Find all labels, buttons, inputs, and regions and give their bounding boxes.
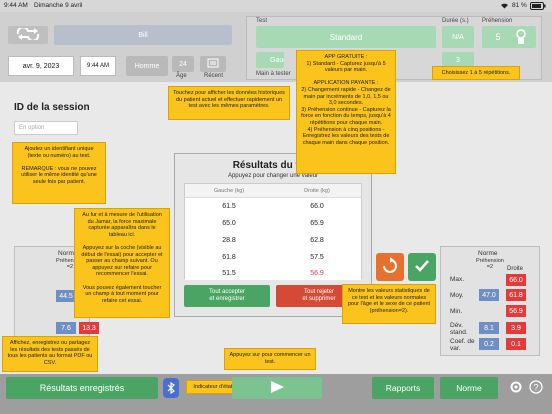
col-left-header: Gauche (kg) <box>213 187 245 194</box>
right-sd-value: 3.9 <box>506 322 526 334</box>
status-bar: 9:44 AM Dimanche 9 avril 81 % <box>0 0 552 12</box>
left-sd-value: 13.3 <box>79 322 99 334</box>
stat-label-mean: Moy. <box>450 292 464 299</box>
hand-label: Main à tester <box>256 71 291 77</box>
grip-label: Préhension <box>482 18 513 24</box>
redo-button[interactable] <box>376 253 404 281</box>
time-field[interactable]: 9:44 AM <box>80 56 116 76</box>
col-right-header: Droite (kg) <box>304 187 330 194</box>
table-row[interactable]: 51.5 56.9 <box>185 266 361 280</box>
left-value[interactable]: 51.5 <box>185 266 273 280</box>
redo-icon <box>381 257 399 277</box>
hand-selector[interactable]: Gauche <box>256 52 284 68</box>
right-sd-norm: 8.1 <box>479 322 499 334</box>
right-value[interactable]: 62.8 <box>273 232 361 249</box>
right-value[interactable]: 66.0 <box>273 198 361 215</box>
check-icon <box>413 257 431 277</box>
help-icon[interactable]: ? <box>529 380 543 396</box>
left-value[interactable]: 28.8 <box>185 232 273 249</box>
left-value[interactable]: 65.0 <box>185 215 273 232</box>
sync-button[interactable] <box>8 26 48 44</box>
right-min-value: 56.9 <box>506 305 526 317</box>
results-header-row: Gauche (kg) Droite (kg) <box>185 184 361 198</box>
sync-icon <box>15 26 41 42</box>
stat-label-max: Max. <box>450 276 465 283</box>
accept-button[interactable] <box>408 253 436 281</box>
history-icon <box>207 58 219 70</box>
date-field[interactable]: avr. 9, 2023 <box>8 56 74 76</box>
wifi-icon <box>500 2 509 11</box>
results-table: Gauche (kg) Droite (kg) 61.5 66.0 65.0 6… <box>184 183 362 280</box>
tip-history: Touchez pour afficher les données histor… <box>168 86 290 120</box>
table-row[interactable]: 28.8 62.8 <box>185 232 361 250</box>
left-value[interactable]: 61.5 <box>185 198 273 215</box>
reports-button[interactable]: Rapports <box>372 377 434 399</box>
right-grip-label: Préhension =2 <box>476 258 504 270</box>
norm-button[interactable]: Norme <box>440 377 498 399</box>
recent-label: Récent <box>204 73 224 79</box>
tip-session-id: Ajoutez un identifiant unique (texte ou … <box>12 142 106 204</box>
svg-text:?: ? <box>533 383 538 393</box>
status-time: 9:44 AM <box>4 2 28 9</box>
help-settings-group: ? <box>506 377 546 399</box>
accept-all-button[interactable]: Tout accepter et enregistrer <box>184 285 270 307</box>
bluetooth-icon <box>163 378 179 398</box>
age-label: Âge <box>176 73 187 79</box>
duration-label: Durée (s.) <box>442 18 469 24</box>
right-value[interactable]: 57.5 <box>273 249 361 266</box>
battery-icon <box>530 2 546 12</box>
right-cv-norm: 0.2 <box>479 338 499 350</box>
tip-start: Appuyez sur pour commencer un test. <box>224 348 316 370</box>
patient-name-field[interactable]: Bill <box>54 25 232 45</box>
recent-button[interactable] <box>200 56 226 72</box>
table-row[interactable]: 61.5 66.0 <box>185 198 361 216</box>
tip-test-types: APP GRATUITE : 1) Standard - Capturez ju… <box>296 50 396 174</box>
left-sd-norm: 7.6 <box>56 322 76 334</box>
left-value[interactable]: 61.8 <box>185 249 273 266</box>
right-mean-value: 61.8 <box>506 289 526 301</box>
gear-icon[interactable] <box>509 380 523 396</box>
table-row[interactable]: 65.0 65.9 <box>185 215 361 233</box>
start-test-button[interactable] <box>232 377 322 399</box>
right-cv-value: 0.1 <box>506 338 526 350</box>
session-id-input[interactable]: En option <box>14 121 78 135</box>
test-type-selector[interactable]: Standard <box>256 26 436 48</box>
tip-jamar: Au fur et à mesure de l'utilisation du J… <box>74 208 170 318</box>
saved-results-button[interactable]: Résultats enregistrés <box>6 377 158 399</box>
age-field[interactable]: 24 <box>172 56 194 72</box>
tip-saved: Affichez, enregistrez ou partagez les ré… <box>2 336 98 372</box>
stat-label-min: Min. <box>450 308 463 315</box>
tip-repetitions: Choisissez 1 à 5 répétitions. <box>432 66 520 80</box>
right-norm-label: Norme <box>478 250 498 257</box>
right-hand-label: Droite <box>507 266 524 272</box>
tip-stats: Montre les valeurs statistiques de ce te… <box>342 284 436 324</box>
right-max-value: 66.0 <box>506 274 526 286</box>
dynamometer-icon <box>506 26 536 48</box>
right-value[interactable]: 56.9 <box>273 266 361 280</box>
stat-label-sd: Dév. stand. <box>450 322 468 336</box>
status-date: Dimanche 9 avril <box>34 2 83 9</box>
right-value[interactable]: 65.9 <box>273 215 361 232</box>
right-mean-norm: 47.0 <box>479 289 499 301</box>
session-id-title: ID de la session <box>14 102 90 113</box>
test-label: Test <box>256 18 268 24</box>
play-icon <box>269 380 285 396</box>
table-row[interactable]: 61.8 57.5 <box>185 249 361 267</box>
sex-field[interactable]: Homme <box>126 56 168 76</box>
stat-label-cv: Coef. de var. <box>450 338 475 352</box>
battery-text: 81 % <box>512 2 527 9</box>
left-mean-norm: 44.5 <box>56 290 76 302</box>
duration-field[interactable]: N/A <box>442 26 474 48</box>
